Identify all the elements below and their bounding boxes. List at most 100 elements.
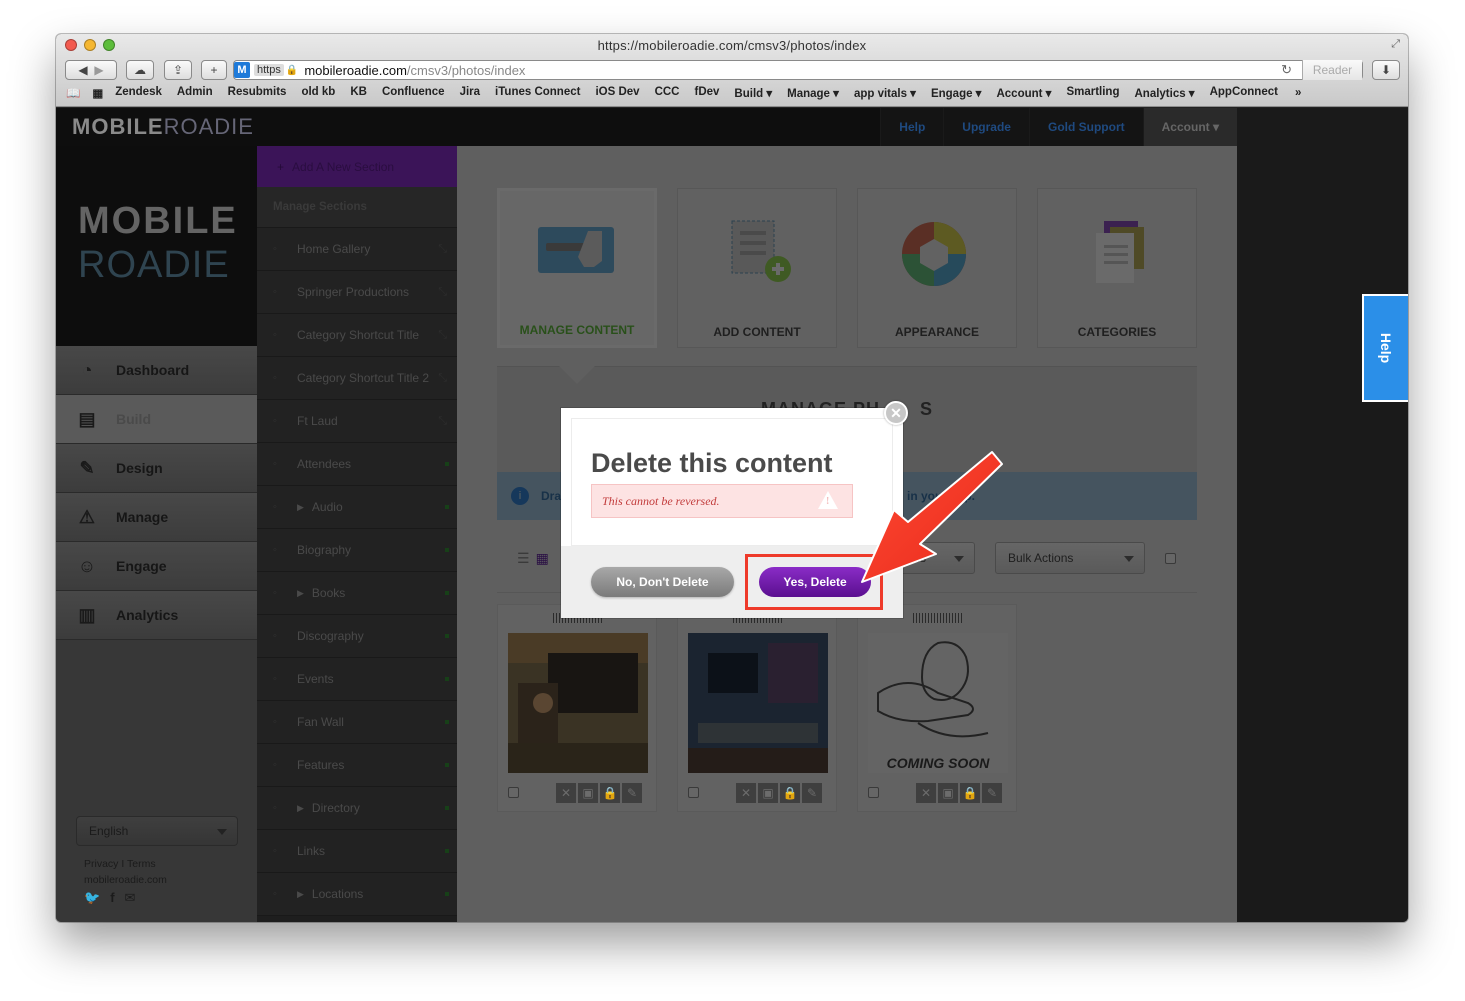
drag-handle-icon[interactable]: ⤡ bbox=[438, 415, 447, 428]
edit-icon[interactable]: ✎ bbox=[802, 783, 822, 803]
terms-link[interactable]: Terms bbox=[127, 858, 156, 870]
bookmark-item[interactable]: Jira bbox=[460, 86, 480, 100]
delete-icon[interactable]: ✕ bbox=[916, 783, 936, 803]
card-categories[interactable]: CATEGORIES bbox=[1037, 188, 1197, 348]
expand-arrow-icon[interactable]: ▶ bbox=[297, 502, 304, 513]
top-nav-gold-support[interactable]: Gold Support bbox=[1028, 108, 1143, 146]
photo-checkbox[interactable] bbox=[868, 787, 879, 798]
bookmark-item[interactable]: Manage ▾ bbox=[787, 86, 839, 100]
nav-item-manage[interactable]: ⚠ Manage bbox=[56, 493, 257, 542]
bookmark-item[interactable]: KB bbox=[350, 86, 367, 100]
back-icon[interactable]: ◀ bbox=[78, 63, 87, 77]
help-side-tab[interactable]: Help bbox=[1362, 294, 1408, 402]
site-link[interactable]: mobileroadie.com bbox=[84, 874, 167, 886]
section-item[interactable]: ◦ Events bbox=[257, 658, 457, 701]
delete-icon[interactable]: ✕ bbox=[736, 783, 756, 803]
section-item[interactable]: ◦ ▶ Audio bbox=[257, 486, 457, 529]
section-item[interactable]: ◦ ▶ Locations bbox=[257, 873, 457, 916]
bookmark-item[interactable]: Admin bbox=[177, 86, 213, 100]
nav-item-design[interactable]: ✎ Design bbox=[56, 444, 257, 493]
privacy-link[interactable]: Privacy bbox=[84, 858, 118, 870]
preview-icon[interactable]: ▣ bbox=[758, 783, 778, 803]
section-item[interactable]: ◦ Fan Wall bbox=[257, 701, 457, 744]
section-item[interactable]: ◦ Category Shortcut Title ⤡ bbox=[257, 314, 457, 357]
email-icon[interactable]: ✉ bbox=[125, 890, 136, 906]
bookmark-item[interactable]: app vitals ▾ bbox=[854, 86, 916, 100]
delete-icon[interactable]: ✕ bbox=[556, 783, 576, 803]
section-item[interactable]: ◦ Ft Laud ⤡ bbox=[257, 400, 457, 443]
cancel-delete-button[interactable]: No, Don't Delete bbox=[591, 567, 734, 597]
top-nav-account[interactable]: Account ▾ bbox=[1142, 108, 1237, 146]
section-item[interactable]: ◦ ▶ Books bbox=[257, 572, 457, 615]
nav-item-engage[interactable]: ☺ Engage bbox=[56, 542, 257, 591]
fullscreen-icon[interactable]: ⤢ bbox=[1391, 38, 1400, 51]
twitter-icon[interactable]: 🐦 bbox=[84, 890, 100, 906]
bookmark-item[interactable]: old kb bbox=[301, 86, 335, 100]
lock-icon[interactable]: 🔒 bbox=[960, 783, 980, 803]
expand-arrow-icon[interactable]: ▶ bbox=[297, 889, 304, 900]
back-forward-buttons[interactable]: ◀ ▶ bbox=[65, 60, 117, 80]
language-select[interactable]: English bbox=[76, 816, 238, 846]
section-item[interactable]: ◦ ▶ Directory bbox=[257, 787, 457, 830]
share-button[interactable]: ⇪ bbox=[164, 60, 192, 80]
address-bar[interactable]: M https 🔒 mobileroadie.com/cmsv3/photos/… bbox=[233, 60, 1363, 80]
grid-view-icon[interactable]: ▦ bbox=[536, 550, 549, 567]
drag-handle[interactable] bbox=[913, 613, 963, 623]
icloud-tabs-button[interactable]: ☁ bbox=[126, 60, 154, 80]
preview-icon[interactable]: ▣ bbox=[578, 783, 598, 803]
bookmark-item[interactable]: Confluence bbox=[382, 86, 445, 100]
bookmark-item[interactable]: Account ▾ bbox=[996, 86, 1051, 100]
drag-handle-icon[interactable]: ⤡ bbox=[438, 329, 447, 342]
photo-checkbox[interactable] bbox=[508, 787, 519, 798]
bookmark-item[interactable]: Analytics ▾ bbox=[1134, 86, 1194, 100]
bulk-actions-select[interactable]: Bulk Actions bbox=[995, 542, 1145, 574]
bookmark-item[interactable]: fDev bbox=[694, 86, 719, 100]
close-icon[interactable]: ✕ bbox=[884, 401, 908, 425]
facebook-icon[interactable]: f bbox=[110, 890, 114, 906]
card-appearance[interactable]: APPEARANCE bbox=[857, 188, 1017, 348]
edit-icon[interactable]: ✎ bbox=[982, 783, 1002, 803]
section-item[interactable]: ◦ Home Gallery ⤡ bbox=[257, 228, 457, 271]
section-item[interactable]: ◦ Biography bbox=[257, 529, 457, 572]
lock-icon[interactable]: 🔒 bbox=[600, 783, 620, 803]
card-add-content[interactable]: ADD CONTENT bbox=[677, 188, 837, 348]
photo-item[interactable]: ✕ ▣ 🔒 ✎ bbox=[497, 604, 657, 812]
photo-thumbnail[interactable] bbox=[508, 633, 648, 773]
bookmark-item[interactable]: Zendesk bbox=[115, 86, 162, 100]
top-sites-icon[interactable]: ▦ bbox=[92, 86, 103, 100]
photo-checkbox[interactable] bbox=[688, 787, 699, 798]
drag-handle-icon[interactable]: ⤡ bbox=[438, 286, 447, 299]
section-item[interactable]: ◦ Discography bbox=[257, 615, 457, 658]
nav-item-build[interactable]: ▤ Build bbox=[56, 395, 257, 444]
expand-arrow-icon[interactable]: ▶ bbox=[297, 588, 304, 599]
bookmark-item[interactable]: CCC bbox=[655, 86, 680, 100]
top-nav-upgrade[interactable]: Upgrade bbox=[943, 108, 1029, 146]
top-nav-help[interactable]: Help bbox=[880, 108, 944, 146]
bookmark-item[interactable]: iTunes Connect bbox=[495, 86, 580, 100]
more-bookmarks-icon[interactable]: » bbox=[1295, 87, 1301, 99]
card-manage-content[interactable]: MANAGE CONTENT bbox=[497, 188, 657, 348]
list-view-icon[interactable]: ☰ bbox=[517, 550, 530, 567]
downloads-button[interactable]: ⬇ bbox=[1372, 60, 1400, 80]
section-item[interactable]: ◦ Attendees bbox=[257, 443, 457, 486]
reload-icon[interactable]: ↻ bbox=[1281, 62, 1292, 78]
expand-arrow-icon[interactable]: ▶ bbox=[297, 803, 304, 814]
preview-icon[interactable]: ▣ bbox=[938, 783, 958, 803]
lock-icon[interactable]: 🔒 bbox=[780, 783, 800, 803]
bookmark-item[interactable]: Engage ▾ bbox=[931, 86, 982, 100]
section-item[interactable]: ◦ Springer Productions ⤡ bbox=[257, 271, 457, 314]
add-section-button[interactable]: + Add A New Section bbox=[257, 146, 457, 187]
photo-item[interactable]: COMING SOON ✕ ▣ 🔒 ✎ bbox=[857, 604, 1017, 812]
select-all-checkbox[interactable] bbox=[1165, 553, 1176, 564]
bookmark-item[interactable]: Resubmits bbox=[228, 86, 287, 100]
reading-list-icon[interactable]: 📖 bbox=[66, 86, 80, 100]
section-item[interactable]: ◦ Category Shortcut Title 2 ⤡ bbox=[257, 357, 457, 400]
photo-thumbnail[interactable] bbox=[688, 633, 828, 773]
brand-logo[interactable]: MOBILEROADIE bbox=[72, 114, 254, 140]
nav-item-dashboard[interactable]: ◔ Dashboard bbox=[56, 346, 257, 395]
bookmark-item[interactable]: AppConnect bbox=[1210, 86, 1278, 100]
drag-handle-icon[interactable]: ⤡ bbox=[438, 372, 447, 385]
photo-thumbnail[interactable]: COMING SOON bbox=[868, 633, 1008, 773]
bookmark-item[interactable]: iOS Dev bbox=[595, 86, 639, 100]
forward-icon[interactable]: ▶ bbox=[94, 63, 103, 77]
